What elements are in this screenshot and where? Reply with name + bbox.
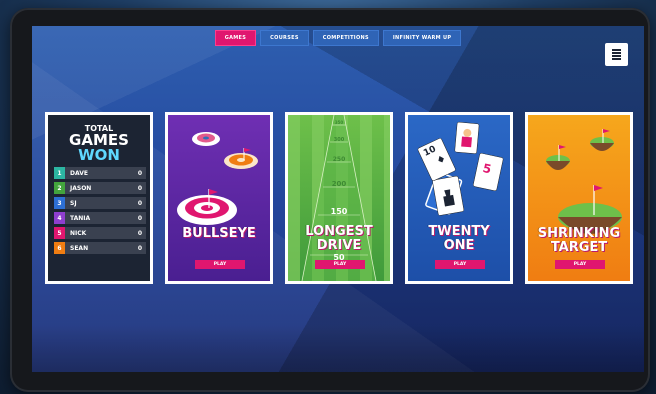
player-rank: 4 bbox=[54, 212, 65, 224]
game-title-line1: Bullseye bbox=[182, 226, 256, 241]
driving-range-illustration: 350 300 250 200 150 50 bbox=[288, 115, 390, 281]
player-row: 1 Dave 0 bbox=[54, 167, 146, 179]
player-row: 2 Jason 0 bbox=[54, 182, 146, 194]
drive-distance-300: 300 bbox=[334, 137, 345, 143]
top-navigation: Games Courses Competitions Infinity Warm… bbox=[32, 30, 644, 46]
tab-infinity-warm-up[interactable]: Infinity Warm Up bbox=[382, 30, 462, 46]
scoreboard-title-won: WON bbox=[78, 146, 120, 164]
game-title: Longest Drive bbox=[288, 225, 390, 252]
player-score: 0 bbox=[137, 229, 143, 237]
play-button[interactable]: Play bbox=[555, 260, 605, 269]
game-card-twenty-one[interactable]: 10 5 Twenty One Play bbox=[405, 112, 513, 284]
player-name: Sean bbox=[70, 244, 89, 252]
scoreboard-title: TOTAL GAMES WON bbox=[48, 125, 150, 163]
player-row: 3 SJ 0 bbox=[54, 197, 146, 209]
game-title-line2: Drive bbox=[316, 237, 362, 253]
tab-competitions[interactable]: Competitions bbox=[312, 30, 379, 46]
bullseye-targets-illustration bbox=[177, 132, 258, 225]
game-cards: TOTAL GAMES WON 1 Dave 0 2 Jason 0 3 SJ bbox=[45, 112, 633, 288]
game-title: Shrinking Target bbox=[528, 227, 630, 254]
play-button[interactable]: Play bbox=[195, 260, 245, 269]
game-title-line1: Longest bbox=[305, 224, 373, 239]
player-rank: 2 bbox=[54, 182, 65, 194]
drive-distance-350: 350 bbox=[335, 120, 344, 125]
player-list: 1 Dave 0 2 Jason 0 3 SJ 0 4 Tania 0 bbox=[54, 167, 146, 257]
tab-games[interactable]: Games bbox=[214, 30, 257, 46]
game-title-line2: Target bbox=[550, 239, 608, 255]
game-title-line2: One bbox=[443, 237, 475, 253]
player-name: Tania bbox=[70, 214, 91, 222]
game-title-line1: Twenty bbox=[428, 224, 490, 239]
player-score: 0 bbox=[137, 214, 143, 222]
player-rank: 3 bbox=[54, 197, 65, 209]
playing-cards-illustration: 10 5 bbox=[417, 121, 504, 216]
player-score: 0 bbox=[137, 244, 143, 252]
target-greens-illustration bbox=[546, 129, 622, 234]
tab-courses[interactable]: Courses bbox=[260, 30, 309, 46]
game-title: Twenty One bbox=[408, 225, 510, 252]
game-card-longest-drive[interactable]: 350 300 250 200 150 50 Longest Drive Pla… bbox=[285, 112, 393, 284]
player-score: 0 bbox=[137, 199, 143, 207]
scoreboard-card: TOTAL GAMES WON 1 Dave 0 2 Jason 0 3 SJ bbox=[45, 112, 153, 284]
player-name: SJ bbox=[70, 199, 77, 207]
player-name: Dave bbox=[70, 169, 88, 177]
game-card-bullseye[interactable]: Bullseye Play bbox=[165, 112, 273, 284]
player-rank: 1 bbox=[54, 167, 65, 179]
player-row: 4 Tania 0 bbox=[54, 212, 146, 224]
app-screen: Games Courses Competitions Infinity Warm… bbox=[32, 26, 644, 372]
play-button[interactable]: Play bbox=[315, 260, 365, 269]
player-rank: 5 bbox=[54, 227, 65, 239]
player-row: 5 Nick 0 bbox=[54, 227, 146, 239]
player-name: Nick bbox=[70, 229, 87, 237]
hamburger-icon bbox=[612, 49, 621, 60]
player-rank: 6 bbox=[54, 242, 65, 254]
game-card-shrinking-target[interactable]: Shrinking Target Play bbox=[525, 112, 633, 284]
player-name: Jason bbox=[70, 184, 92, 192]
drive-distance-150: 150 bbox=[331, 207, 348, 216]
play-button[interactable]: Play bbox=[435, 260, 485, 269]
player-score: 0 bbox=[137, 184, 143, 192]
menu-button[interactable] bbox=[605, 43, 628, 66]
drive-distance-250: 250 bbox=[333, 156, 346, 163]
game-title: Bullseye bbox=[168, 227, 270, 241]
player-row: 6 Sean 0 bbox=[54, 242, 146, 254]
game-title-line1: Shrinking bbox=[537, 226, 621, 241]
player-score: 0 bbox=[137, 169, 143, 177]
drive-distance-200: 200 bbox=[332, 180, 347, 188]
